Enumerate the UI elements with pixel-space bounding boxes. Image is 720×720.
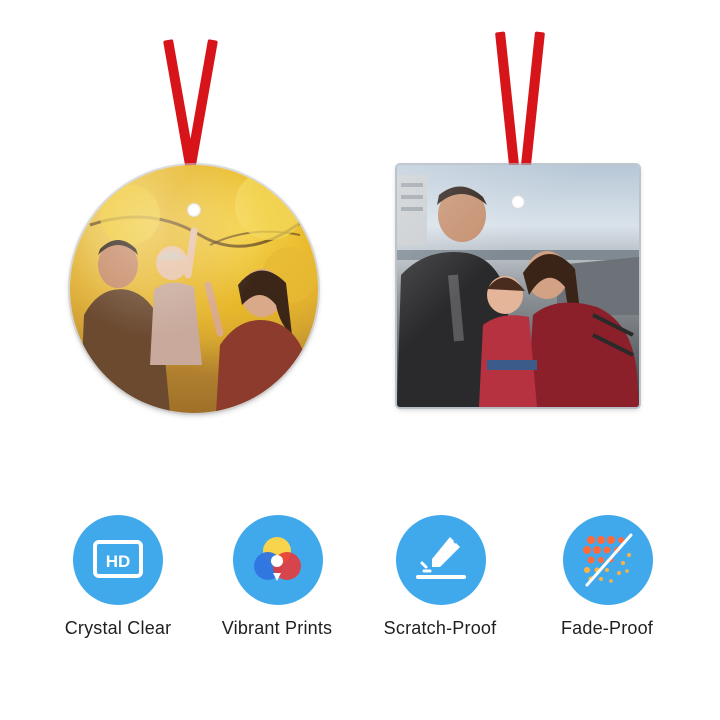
scratch-proof-feature-icon bbox=[396, 515, 486, 605]
feature-label-crystal-clear: Crystal Clear bbox=[64, 618, 172, 638]
family-autumn-photo bbox=[80, 170, 318, 413]
hd-icon-text: HD bbox=[106, 552, 131, 571]
hd-icon: HD bbox=[93, 540, 143, 578]
square-ornament bbox=[397, 165, 639, 407]
fade-proof-feature-icon bbox=[563, 515, 653, 605]
color-circles-icon bbox=[254, 537, 301, 581]
vibrant-prints-feature-icon bbox=[233, 515, 323, 605]
square-ornament-hole bbox=[511, 195, 525, 209]
feature-label-fade-proof: Fade-Proof bbox=[560, 618, 654, 638]
feature-label-scratch-proof: Scratch-Proof bbox=[383, 618, 497, 638]
crystal-clear-feature-icon: HD bbox=[73, 515, 163, 605]
fade-dots-icon bbox=[583, 533, 633, 587]
feature-label-vibrant-prints: Vibrant Prints bbox=[221, 618, 333, 638]
family-waterfront-photo bbox=[397, 175, 639, 407]
round-ornament-hole bbox=[187, 203, 201, 217]
round-ornament bbox=[70, 165, 318, 413]
blade-icon bbox=[416, 537, 466, 579]
